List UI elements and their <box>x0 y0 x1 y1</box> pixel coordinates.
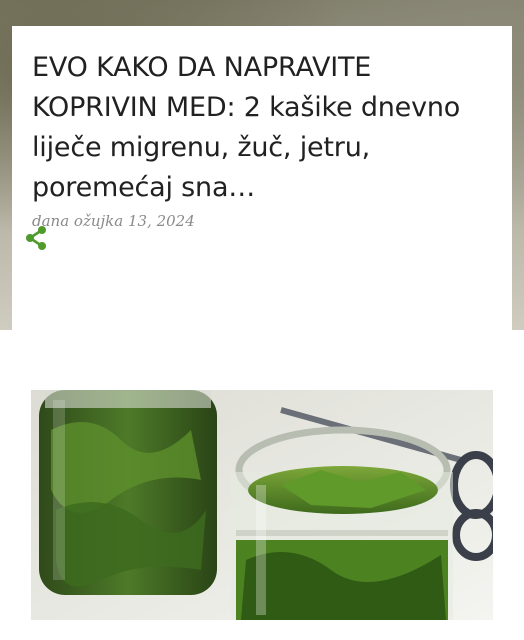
share-icon[interactable] <box>22 224 50 252</box>
post-title[interactable]: EVO KAKO DA NAPRAVITE KOPRIVIN MED: 2 ka… <box>32 48 492 208</box>
post-header-card: EVO KAKO DA NAPRAVITE KOPRIVIN MED: 2 ka… <box>12 26 512 330</box>
post-image[interactable] <box>31 390 493 620</box>
post-date: dana ožujka 13, 2024 <box>32 212 195 230</box>
